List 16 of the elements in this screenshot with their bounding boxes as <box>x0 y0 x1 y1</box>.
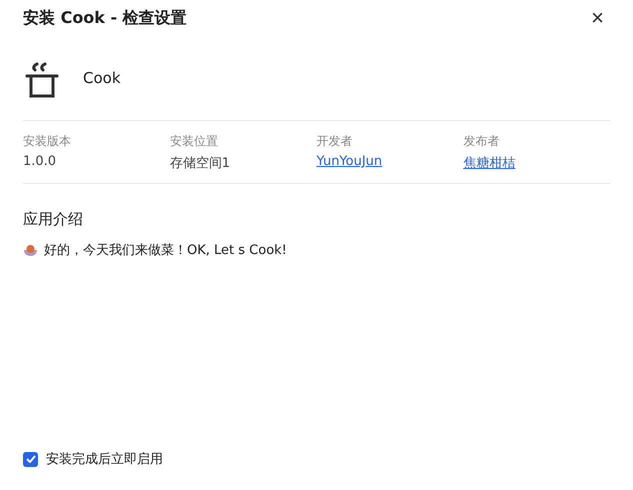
info-value: 存储空间1 <box>170 155 232 172</box>
checkbox[interactable] <box>23 452 38 466</box>
window-title: 安装 Cook - 检查设置 <box>23 8 187 28</box>
info-label: 安装版本 <box>23 133 72 150</box>
info-link[interactable]: YunYouJun <box>316 154 464 169</box>
close-button[interactable]: × <box>585 7 610 29</box>
checkbox-label: 安装完成后立即启用 <box>46 451 163 468</box>
info-label: 发布者 <box>463 133 500 150</box>
info-label: 开发者 <box>316 133 354 150</box>
info-link[interactable]: 焦糖柑桔 <box>463 154 610 172</box>
description-text: 好的，今天我们来做菜！OK, Let s Cook! <box>44 242 287 259</box>
food-bowl-icon <box>23 243 38 257</box>
info-label: 安装位置 <box>170 133 219 150</box>
info-value: 1.0.0 <box>23 154 58 169</box>
section-heading: 应用介绍 <box>23 210 84 229</box>
app-name: Cook <box>83 69 121 87</box>
